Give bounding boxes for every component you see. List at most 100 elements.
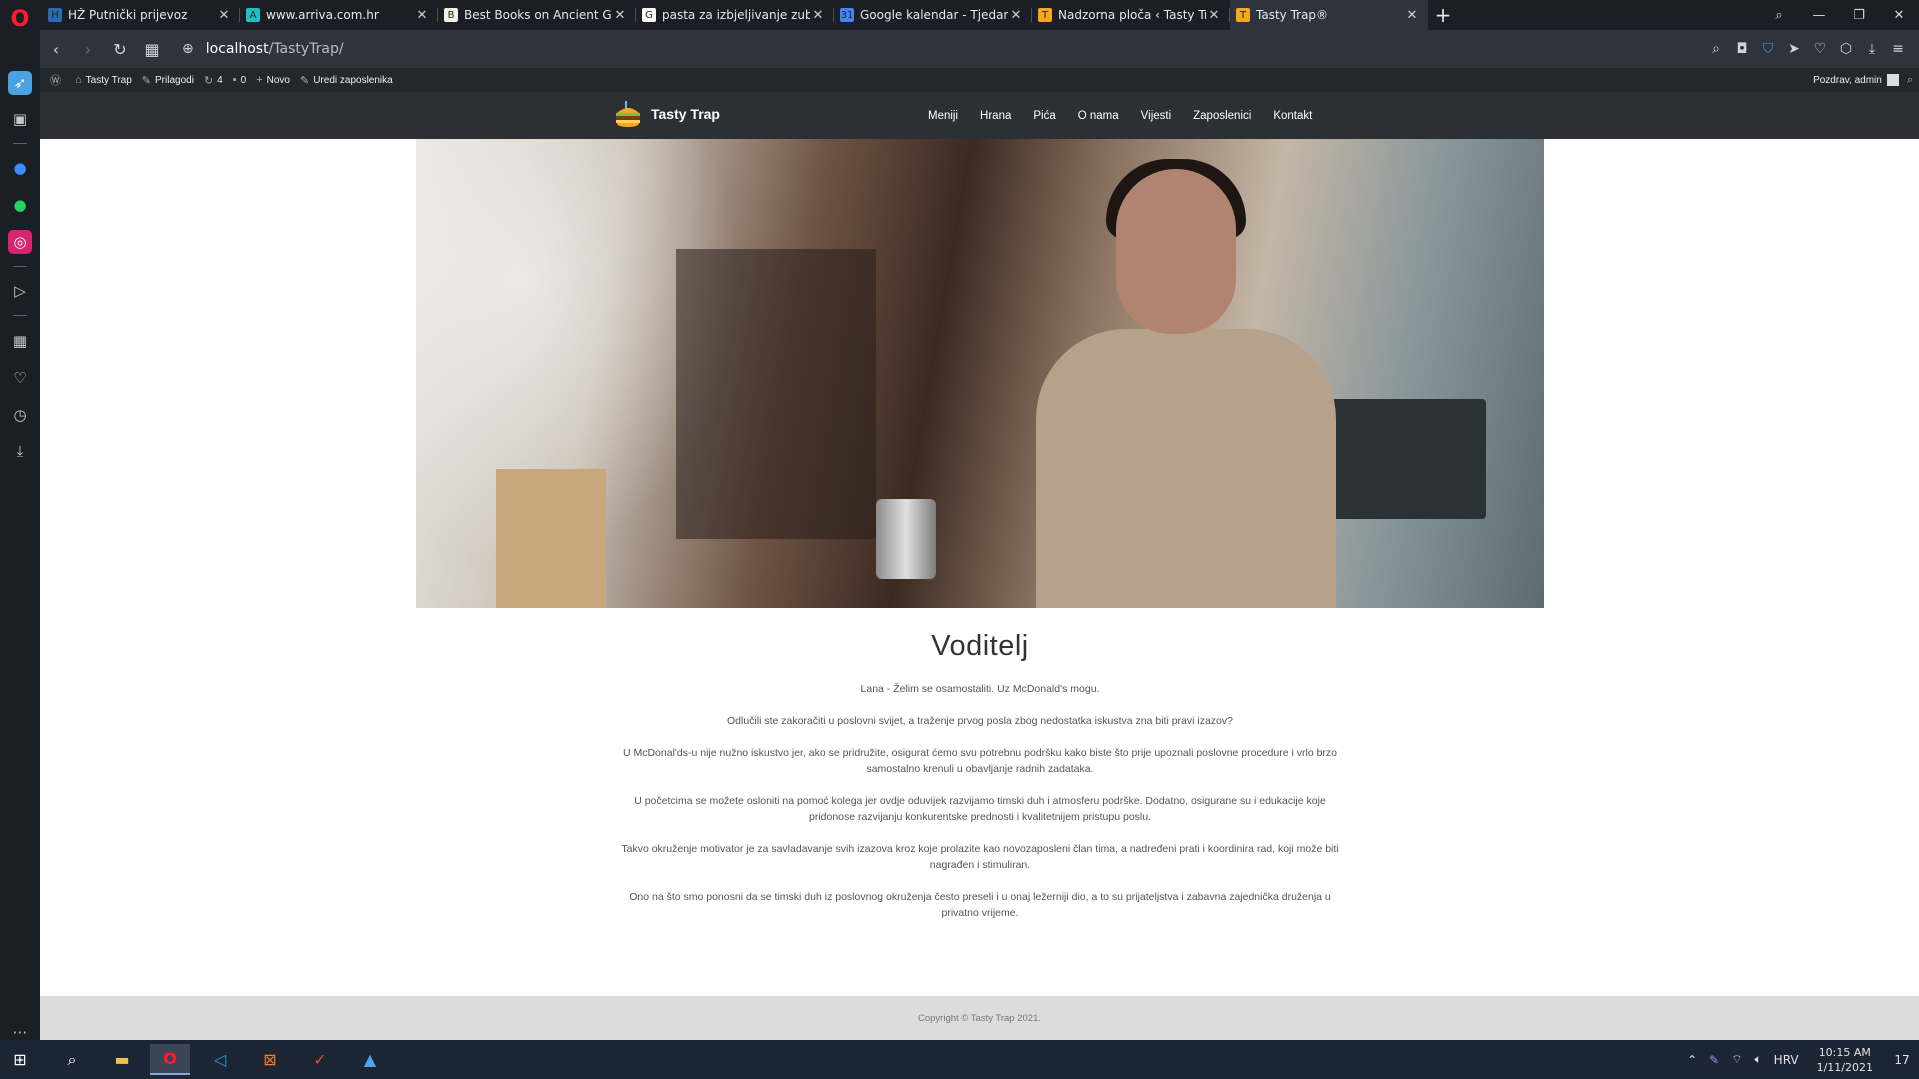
tab-favicon-icon: H	[48, 8, 62, 22]
article-paragraph: Lana - Želim se osamostaliti. Uz McDonal…	[860, 683, 1100, 695]
vscode-icon[interactable]: ◁	[200, 1044, 240, 1075]
globe-icon: ⊕	[182, 41, 194, 57]
tab-favicon-icon: T	[1236, 8, 1250, 22]
close-tab-icon[interactable]: ✕	[414, 8, 430, 23]
vpn-shield-icon[interactable]: ⛉	[1755, 34, 1781, 64]
admin-updates-link[interactable]: ↻ 4	[204, 74, 223, 87]
close-window-button[interactable]: ✕	[1879, 0, 1919, 30]
close-tab-icon[interactable]: ✕	[810, 8, 826, 23]
new-label: Novo	[266, 74, 290, 86]
clock[interactable]: 10:15 AM 1/11/2021	[1817, 1045, 1873, 1075]
admin-site-link[interactable]: ⌂ Tasty Trap	[75, 74, 132, 86]
menu-item-o-nama[interactable]: O nama	[1078, 110, 1119, 122]
browser-tab[interactable]: T Nadzorna ploča ‹ Tasty Tra ✕	[1032, 0, 1230, 30]
avatar[interactable]	[1886, 74, 1899, 86]
xampp-icon[interactable]: ⊠	[250, 1044, 290, 1075]
language-indicator[interactable]: HRV	[1774, 1053, 1799, 1067]
opera-taskbar-icon[interactable]: O	[150, 1044, 190, 1075]
browser-tab[interactable]: H HŽ Putnički prijevoz ✕	[42, 0, 240, 30]
todo-app-icon[interactable]: ✓	[300, 1044, 340, 1075]
address-bar-tools: ⌕ ◘ ⛉ ➤ ♡ ⬡ ⤓ ≡	[1703, 34, 1911, 64]
browser-tab[interactable]: T Tasty Trap® ✕	[1230, 0, 1428, 30]
edit-label: Uredi zaposlenika	[313, 74, 393, 86]
browser-tab[interactable]: B Best Books on Ancient Gre ✕	[438, 0, 636, 30]
comment-icon: ▪	[232, 74, 237, 86]
downloads-icon[interactable]: ⤓	[8, 439, 32, 463]
messenger-icon[interactable]: ●	[8, 156, 32, 180]
maximize-button[interactable]: ❐	[1839, 0, 1879, 30]
close-tab-icon[interactable]: ✕	[1008, 8, 1024, 23]
menu-item-meniji[interactable]: Meniji	[928, 110, 958, 122]
opera-menu-icon[interactable]: O	[6, 5, 34, 33]
menu-item-hrana[interactable]: Hrana	[980, 110, 1011, 122]
pen-icon[interactable]: ✎	[1709, 1053, 1719, 1067]
admin-new-link[interactable]: + Novo	[256, 74, 290, 86]
notification-center-icon[interactable]: 17	[1885, 1040, 1919, 1079]
history-icon[interactable]: ◷	[8, 403, 32, 427]
rocket-icon[interactable]: ➶	[8, 71, 32, 95]
close-tab-icon[interactable]: ✕	[216, 8, 232, 23]
article-paragraph: U početcima se možete osloniti na pomoć …	[634, 795, 1326, 823]
easy-setup-icon[interactable]: ≡	[1885, 34, 1911, 64]
search-page-icon[interactable]: ⌕	[1703, 34, 1729, 64]
tab-favicon-icon: A	[246, 8, 260, 22]
close-tab-icon[interactable]: ✕	[612, 8, 628, 23]
minimize-button[interactable]: —	[1799, 0, 1839, 30]
windows-start-icon[interactable]: ⊞	[0, 1044, 40, 1075]
brush-icon: ✎	[141, 74, 152, 87]
back-button[interactable]: ‹	[40, 34, 72, 64]
admin-edit-link[interactable]: ✎ Uredi zaposlenika	[300, 74, 393, 87]
send-icon[interactable]: ➤	[1781, 34, 1807, 64]
wp-admin-bar: Ⓦ ⌂ Tasty Trap ✎ Prilagodi ↻ 4 ▪ 0 + Novo ✎ Ur…	[40, 68, 1919, 92]
whatsapp-icon[interactable]: ●	[8, 193, 32, 217]
search-tabs-icon[interactable]: ⌕	[1759, 0, 1799, 30]
tab-title: Tasty Trap®	[1256, 8, 1329, 22]
url-path: /TastyTrap/	[268, 41, 344, 57]
browser-tab[interactable]: Awww.arriva.com.hr ✕	[240, 0, 438, 30]
heart-icon[interactable]: ♡	[1807, 34, 1833, 64]
menu-item-vijesti[interactable]: Vijesti	[1141, 110, 1171, 122]
close-tab-icon[interactable]: ✕	[1404, 8, 1420, 23]
briefcase-icon[interactable]: ▣	[8, 107, 32, 131]
tabs-overview-icon[interactable]: ▦	[136, 34, 168, 64]
opera-sidebar: ➶ ▣ ● ● ◎ ▷ ▦ ♡ ◷ ⤓ ⋯	[0, 30, 40, 1041]
menu-item-zaposlenici[interactable]: Zaposlenici	[1193, 110, 1251, 122]
tab-favicon-icon: G	[642, 8, 656, 22]
menu-item-pica[interactable]: Pića	[1033, 110, 1055, 122]
site-brand[interactable]: Tasty Trap	[613, 99, 720, 129]
speed-dial-icon[interactable]: ▦	[8, 329, 32, 353]
chevron-up-icon[interactable]: ⌃	[1687, 1053, 1697, 1067]
heart-icon[interactable]: ♡	[8, 366, 32, 390]
address-bar: ‹ › ↻ ▦ ⊕ localhost/TastyTrap/ ⌕ ◘ ⛉ ➤ ♡…	[40, 30, 1919, 68]
article-paragraph: Ono na što smo ponosni da se timski duh …	[629, 891, 1331, 919]
admin-site-name: Tasty Trap	[85, 74, 132, 86]
admin-comments-link[interactable]: ▪ 0	[233, 74, 246, 86]
admin-customize-link[interactable]: ✎ Prilagodi	[142, 74, 194, 87]
new-tab-button[interactable]: +	[1428, 0, 1458, 30]
photos-icon[interactable]: ▲	[350, 1044, 390, 1075]
url-field[interactable]: ⊕ localhost/TastyTrap/	[182, 41, 344, 57]
reload-button[interactable]: ↻	[104, 34, 136, 64]
search-icon[interactable]: ⌕	[52, 1044, 92, 1075]
tab-title: pasta za izbjeljivanje zubi -	[662, 8, 810, 22]
forward-button[interactable]: ›	[72, 34, 104, 64]
menu-item-kontakt[interactable]: Kontakt	[1273, 110, 1312, 122]
browser-tab[interactable]: Gpasta za izbjeljivanje zubi - ✕	[636, 0, 834, 30]
admin-greeting[interactable]: Pozdrav, admin	[1813, 75, 1882, 86]
cube-icon[interactable]: ⬡	[1833, 34, 1859, 64]
player-icon[interactable]: ▷	[8, 279, 32, 303]
wordpress-logo-icon[interactable]: Ⓦ	[50, 72, 65, 88]
volume-icon[interactable]: 🔈︎	[1754, 1052, 1761, 1067]
browser-tab[interactable]: 31 Google kalendar - Tjedan o ✕	[834, 0, 1032, 30]
brand-name: Tasty Trap	[651, 106, 720, 122]
tab-list: H HŽ Putnički prijevoz ✕ Awww.arriva.com.hr…	[42, 0, 1458, 30]
customize-label: Prilagodi	[155, 74, 194, 86]
clock-time: 10:15 AM	[1818, 1045, 1871, 1059]
instagram-icon[interactable]: ◎	[8, 230, 32, 254]
download-icon[interactable]: ⤓	[1859, 34, 1885, 64]
camera-icon[interactable]: ◘	[1729, 34, 1755, 64]
wifi-icon[interactable]: ⌔	[1731, 1052, 1742, 1067]
file-explorer-icon[interactable]: ▬	[102, 1044, 142, 1075]
close-tab-icon[interactable]: ✕	[1206, 8, 1222, 23]
search-icon[interactable]: ⌕	[1907, 74, 1913, 87]
